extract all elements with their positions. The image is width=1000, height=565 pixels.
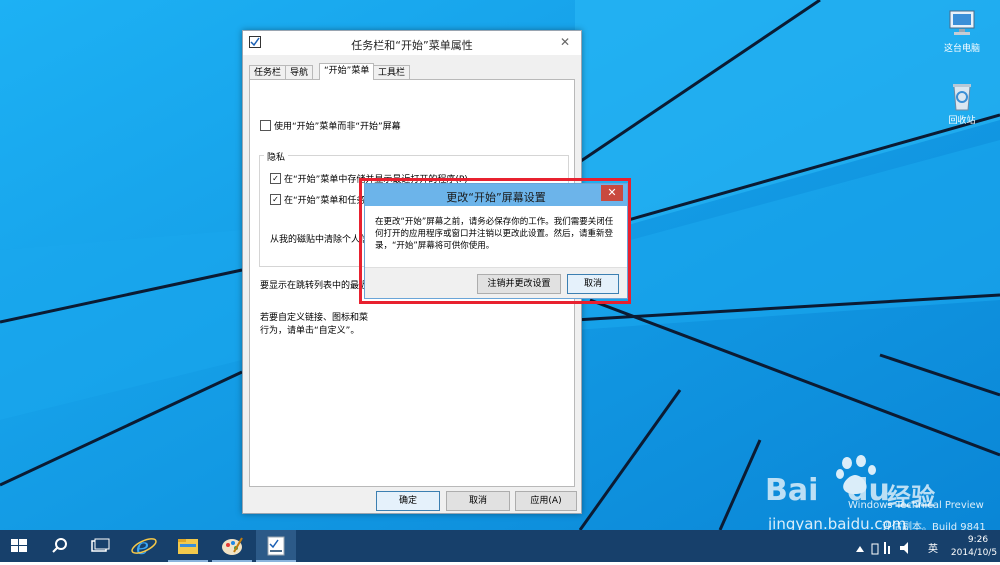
tab-toolbars[interactable]: 工具栏 [373, 65, 411, 80]
computer-icon [946, 8, 978, 38]
desktop-icon-label: 这台电脑 [943, 44, 980, 54]
window-title: 任务栏和“开始”菜单属性 [351, 39, 473, 52]
search-button[interactable] [40, 530, 80, 562]
dialog-title: 更改“开始”屏幕设置 [446, 191, 546, 204]
paint-button[interactable] [212, 530, 252, 562]
cancel-button[interactable]: 取消 [446, 491, 510, 511]
file-explorer-button[interactable] [168, 530, 208, 562]
jumplist-text: 要显示在跳转列表中的最近 [260, 281, 369, 291]
customize-text-line1: 若要自定义链接、图标和菜 [260, 313, 369, 323]
taskbar-properties-icon [267, 536, 285, 556]
ime-indicator[interactable]: 英 [928, 540, 938, 555]
task-view-icon [91, 538, 110, 552]
use-start-menu-label: 使用“开始”菜单而非“开始”屏幕 [274, 122, 401, 132]
customize-text-line2: 行为，请单击“自定义”。 [260, 326, 360, 336]
dialog-message: 在更改“开始”屏幕之前，请务必保存你的工作。我们需要关闭任何打开的应用程序或窗口… [375, 217, 614, 251]
taskbar: e 英 9:26 2014/10/5 [0, 530, 1000, 562]
dialog-cancel-button[interactable]: 取消 [567, 274, 619, 294]
sign-out-and-change-button[interactable]: 注销并更改设置 [477, 274, 561, 294]
volume-icon [900, 542, 908, 554]
baidu-logo-text-du: du [847, 473, 890, 508]
recycle-bin-icon [946, 80, 978, 111]
internet-explorer-icon: e [131, 535, 157, 560]
network-icon [884, 542, 886, 554]
windows-logo-icon [11, 539, 27, 552]
file-explorer-icon [178, 539, 198, 554]
tray-icons [856, 542, 908, 555]
tab-taskbar[interactable]: 任务栏 [249, 65, 287, 80]
desktop-icon-label: 回收站 [948, 116, 976, 126]
desktop-icon-recycle-bin[interactable]: 回收站 [937, 80, 987, 126]
store-recent-programs-checkbox[interactable]: ✓ [270, 173, 281, 184]
task-view-button[interactable] [80, 530, 120, 562]
use-start-menu-checkbox[interactable] [260, 120, 271, 131]
taskbar-properties-button[interactable] [256, 530, 296, 562]
tab-start-menu[interactable]: “开始”菜单 [319, 63, 375, 80]
clear-tiles-info-text: 从我的磁贴中清除个人信 [270, 235, 370, 245]
tab-navigation[interactable]: 导航 [285, 65, 314, 80]
start-button[interactable] [0, 530, 40, 562]
privacy-group-title: 隐私 [264, 150, 289, 163]
ok-button[interactable]: 确定 [376, 491, 440, 511]
search-icon [52, 538, 67, 553]
apply-button[interactable]: 应用(A) [515, 491, 577, 511]
close-icon[interactable]: ✕ [601, 185, 623, 201]
baidu-jingyan-logo: Bai du 经验 [765, 455, 965, 515]
clock-time[interactable]: 9:26 [958, 535, 998, 545]
baidu-logo-text: Bai [765, 473, 819, 508]
show-hidden-icons-icon [856, 546, 864, 552]
window-titlebar[interactable]: 任务栏和“开始”菜单属性 ✕ [243, 31, 581, 55]
battery-icon [871, 543, 879, 555]
ie-button[interactable]: e [124, 530, 164, 562]
change-start-screen-dialog: 更改“开始”屏幕设置 ✕ 在更改“开始”屏幕之前，请务必保存你的工作。我们需要关… [364, 183, 628, 299]
clock-date[interactable]: 2014/10/5 [944, 548, 1000, 558]
dialog-titlebar[interactable]: 更改“开始”屏幕设置 ✕ [365, 184, 627, 206]
store-recent-items-checkbox[interactable]: ✓ [270, 194, 281, 205]
desktop-icon-this-pc[interactable]: 这台电脑 [937, 8, 987, 54]
close-icon[interactable]: ✕ [555, 34, 575, 50]
paint-icon [222, 537, 243, 555]
jingyan-logo-text: 经验 [887, 483, 935, 511]
svg-text:e: e [136, 535, 149, 560]
dialog-footer: 注销并更改设置 取消 [365, 267, 627, 298]
